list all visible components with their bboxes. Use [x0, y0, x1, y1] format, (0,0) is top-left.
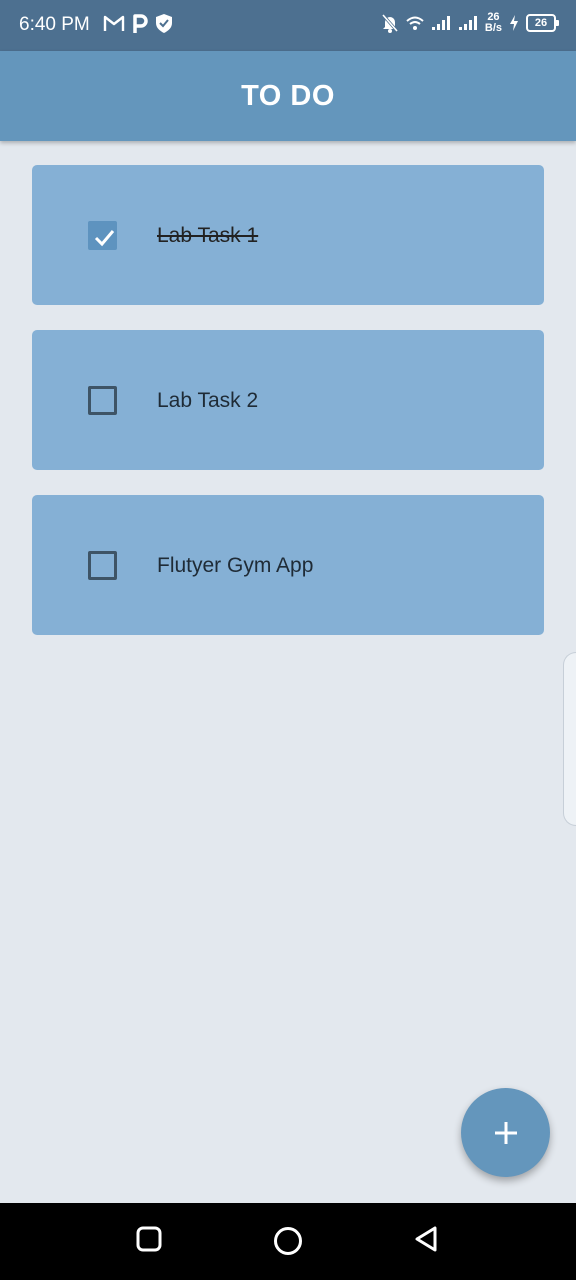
- edge-panel-handle[interactable]: [563, 652, 576, 826]
- back-button[interactable]: [413, 1225, 441, 1253]
- signal-icon: [458, 16, 477, 30]
- todo-item[interactable]: Flutyer Gym App: [32, 495, 544, 635]
- status-bar: 6:40 PM 26 B/s 26: [0, 0, 576, 51]
- todo-checkbox[interactable]: [88, 386, 117, 415]
- network-speed-unit: B/s: [484, 22, 502, 34]
- page-title: TO DO: [241, 79, 335, 112]
- todo-item[interactable]: Lab Task 1: [32, 165, 544, 305]
- gmail-icon: [103, 15, 125, 31]
- add-todo-button[interactable]: [461, 1088, 550, 1177]
- status-right-icons: 26 B/s 26: [381, 12, 559, 34]
- home-button[interactable]: [272, 1227, 304, 1259]
- recents-button[interactable]: [135, 1225, 163, 1253]
- todo-label: Flutyer Gym App: [157, 554, 314, 577]
- todo-label: Lab Task 1: [157, 224, 259, 247]
- signal-icon: [431, 16, 450, 30]
- check-icon: [94, 230, 115, 247]
- wifi-icon: [406, 16, 424, 30]
- todo-item[interactable]: Lab Task 2: [32, 330, 544, 470]
- navigation-bar: [0, 1203, 576, 1280]
- plus-icon: [494, 1121, 517, 1144]
- bell-off-icon: [381, 14, 399, 33]
- shield-icon: [156, 14, 172, 33]
- todo-label: Lab Task 2: [157, 389, 259, 412]
- charging-icon: [510, 15, 518, 31]
- todo-checkbox[interactable]: [88, 221, 117, 250]
- status-left-icons: [103, 13, 173, 34]
- todo-checkbox[interactable]: [88, 551, 117, 580]
- app-bar: TO DO: [0, 51, 576, 141]
- status-time: 6:40 PM: [19, 14, 90, 35]
- network-speed: 26 B/s: [485, 12, 502, 34]
- p-icon: [133, 13, 148, 33]
- battery-icon: 26: [526, 14, 559, 32]
